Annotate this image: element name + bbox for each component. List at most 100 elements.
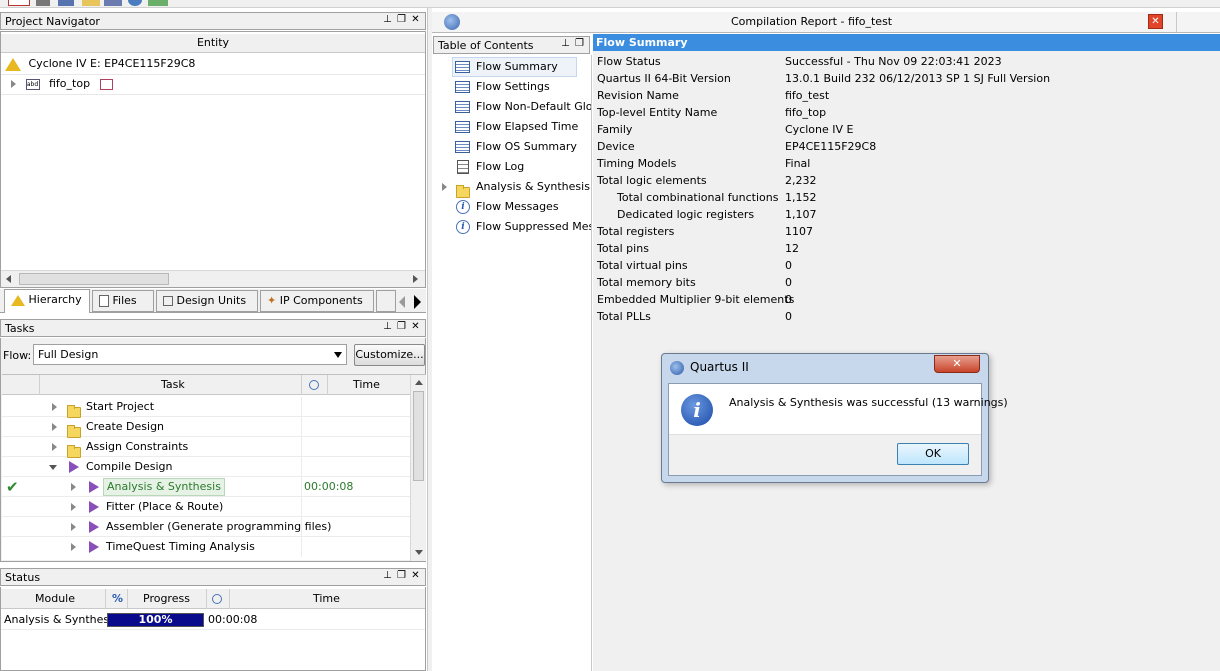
pin-icon[interactable]: ⊥ bbox=[560, 38, 571, 49]
status-titlebar: Status ⊥ ❐ ✕ bbox=[0, 568, 426, 586]
task-row[interactable]: TimeQuest Timing Analysis bbox=[2, 537, 410, 557]
tab-ip-components[interactable]: ✦ IP Components bbox=[260, 290, 374, 312]
toc-item-flow-os-summary[interactable]: Flow OS Summary bbox=[452, 137, 591, 157]
scroll-thumb[interactable] bbox=[19, 273, 169, 285]
tabs-scroll-left-icon[interactable] bbox=[399, 296, 405, 308]
tab-overflow[interactable] bbox=[376, 290, 396, 312]
compile-icon[interactable] bbox=[36, 0, 50, 6]
tab-hierarchy[interactable]: Hierarchy bbox=[4, 289, 90, 313]
scroll-down-icon[interactable] bbox=[415, 550, 423, 555]
toc-item-label: Flow Suppressed Messa bbox=[476, 220, 591, 233]
summary-value: 0 bbox=[785, 293, 792, 306]
entity-column-header[interactable]: Entity bbox=[1, 34, 425, 53]
stop-icon[interactable] bbox=[8, 0, 30, 6]
tasks-vertical-scrollbar[interactable] bbox=[410, 375, 426, 561]
status-row[interactable]: Analysis & Synthesis 100% 00:00:08 bbox=[1, 610, 425, 630]
expand-icon[interactable] bbox=[442, 183, 447, 191]
report-close-icon[interactable]: ✕ bbox=[1148, 14, 1163, 29]
scroll-right-icon[interactable] bbox=[413, 275, 418, 283]
globe-icon[interactable] bbox=[128, 0, 142, 6]
tab-files[interactable]: Files bbox=[92, 290, 154, 312]
task-row[interactable]: Compile Design bbox=[2, 457, 410, 477]
col-progress-header[interactable]: Progress bbox=[143, 589, 190, 609]
table-icon bbox=[455, 101, 470, 113]
netlist-icon[interactable] bbox=[104, 0, 122, 6]
collapse-icon[interactable] bbox=[49, 465, 57, 470]
expand-icon[interactable] bbox=[71, 503, 76, 511]
folder-icon[interactable] bbox=[82, 0, 100, 6]
task-row[interactable]: Assign Constraints bbox=[2, 437, 410, 458]
tab-design-units[interactable]: Design Units bbox=[156, 290, 258, 312]
entity-icon: abd bbox=[25, 78, 40, 90]
report-icon bbox=[444, 14, 460, 30]
chevron-down-icon[interactable] bbox=[334, 352, 342, 358]
restore-icon[interactable]: ❐ bbox=[396, 570, 407, 581]
check-icon[interactable] bbox=[148, 0, 168, 6]
expand-icon[interactable] bbox=[52, 443, 57, 451]
expand-icon[interactable] bbox=[71, 523, 76, 531]
percent-icon: % bbox=[112, 592, 124, 605]
expand-icon[interactable] bbox=[11, 80, 16, 88]
flow-select-value: Full Design bbox=[38, 348, 99, 361]
scroll-thumb[interactable] bbox=[413, 391, 424, 481]
top-entity-row[interactable]: abd fifo_top bbox=[11, 74, 421, 94]
compile-icon bbox=[89, 541, 99, 553]
toc-item-flow-summary[interactable]: Flow Summary bbox=[452, 57, 577, 77]
toc-item-flow-suppressed-messages[interactable]: i Flow Suppressed Messa bbox=[452, 217, 591, 237]
col-time-header[interactable]: Time bbox=[353, 375, 380, 395]
restore-icon[interactable]: ❐ bbox=[396, 321, 407, 332]
table-icon bbox=[455, 61, 470, 73]
scroll-left-icon[interactable] bbox=[6, 275, 11, 283]
toc-item-flow-elapsed-time[interactable]: Flow Elapsed Time bbox=[452, 117, 591, 137]
pin-icon[interactable]: ⊥ bbox=[382, 570, 393, 581]
summary-key: Total pins bbox=[597, 242, 649, 255]
task-row[interactable]: ✔ Analysis & Synthesis 00:00:08 bbox=[2, 477, 410, 497]
task-row[interactable]: Create Design bbox=[2, 417, 410, 438]
folder-icon bbox=[67, 424, 81, 438]
summary-value: 13.0.1 Build 232 06/12/2013 SP 1 SJ Full… bbox=[785, 72, 1051, 85]
expand-icon[interactable] bbox=[52, 423, 57, 431]
toc-item-flow-settings[interactable]: Flow Settings bbox=[452, 77, 591, 97]
summary-value: 0 bbox=[785, 310, 792, 323]
pin-icon[interactable]: ⊥ bbox=[382, 321, 393, 332]
flow-summary-header: Flow Summary bbox=[593, 34, 1220, 51]
info-icon: i bbox=[456, 200, 470, 214]
task-row[interactable]: Assembler (Generate programming files) bbox=[2, 517, 410, 537]
task-label: Compile Design bbox=[86, 460, 173, 473]
restore-icon[interactable]: ❐ bbox=[396, 14, 407, 25]
horizontal-scrollbar[interactable] bbox=[1, 270, 425, 287]
tasks-titlebar: Tasks ⊥ ❐ ✕ bbox=[0, 319, 426, 337]
tabs-scroll-right-icon[interactable] bbox=[414, 295, 421, 309]
device-row[interactable]: Cyclone IV E: EP4CE115F29C8 bbox=[5, 54, 423, 74]
task-row[interactable]: Fitter (Place & Route) bbox=[2, 497, 410, 517]
task-label: Assign Constraints bbox=[86, 440, 189, 453]
expand-icon[interactable] bbox=[71, 543, 76, 551]
dialog-close-button[interactable]: ✕ bbox=[934, 355, 980, 373]
scroll-up-icon[interactable] bbox=[415, 380, 423, 385]
col-module-header[interactable]: Module bbox=[35, 589, 75, 609]
toc-item-flow-messages[interactable]: i Flow Messages bbox=[452, 197, 591, 217]
toc-item-flow-log[interactable]: Flow Log bbox=[452, 157, 591, 177]
close-icon[interactable]: ✕ bbox=[410, 14, 421, 25]
expand-icon[interactable] bbox=[52, 403, 57, 411]
close-icon[interactable]: ✕ bbox=[410, 321, 421, 332]
col-task-header[interactable]: Task bbox=[161, 375, 185, 395]
compile-icon bbox=[89, 481, 99, 493]
close-icon[interactable]: ✕ bbox=[410, 570, 421, 581]
restore-icon[interactable]: ❐ bbox=[574, 38, 585, 49]
expand-icon[interactable] bbox=[71, 483, 76, 491]
toc-item-flow-non-default[interactable]: Flow Non-Default Globa bbox=[452, 97, 591, 117]
flow-select[interactable]: Full Design bbox=[33, 344, 347, 365]
summary-key: Revision Name bbox=[597, 89, 679, 102]
col-time-header[interactable]: Time bbox=[313, 589, 340, 609]
task-row[interactable]: Start Project bbox=[2, 397, 410, 418]
summary-value: fifo_top bbox=[785, 106, 827, 119]
chip-icon[interactable] bbox=[58, 0, 74, 6]
toc-item-analysis-synthesis[interactable]: Analysis & Synthesis bbox=[440, 177, 591, 198]
customize-button[interactable]: Customize... bbox=[354, 344, 425, 366]
summary-key: Total registers bbox=[597, 225, 675, 238]
pin-icon[interactable]: ⊥ bbox=[382, 14, 393, 25]
dialog-title: Quartus II bbox=[690, 360, 749, 374]
dialog-content: i Analysis & Synthesis was successful (1… bbox=[669, 384, 1008, 434]
ok-button[interactable]: OK bbox=[897, 443, 969, 465]
